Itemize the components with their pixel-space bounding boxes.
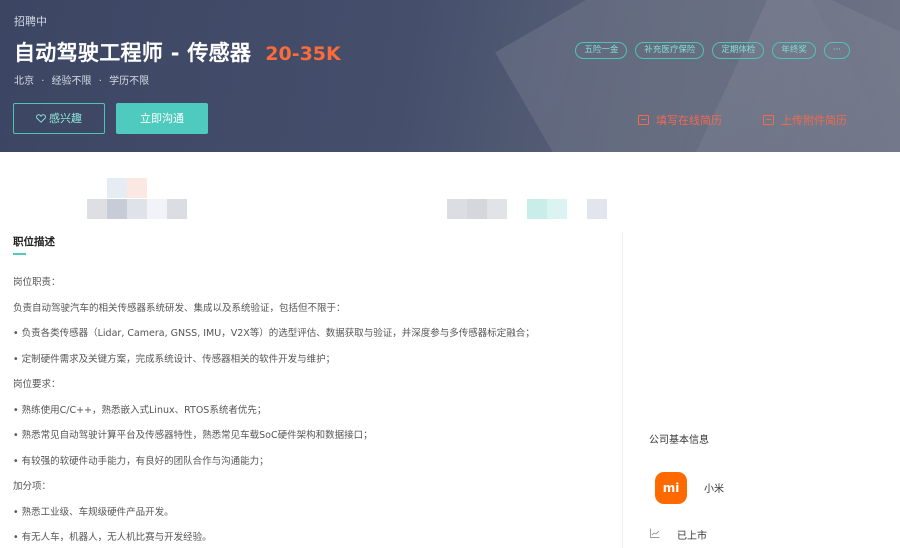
pixel-block [107,178,127,198]
benefit-tag: 五险一金 [575,42,628,59]
job-header: 招聘中 自动驾驶工程师 - 传感器 20-35K 北京 · 经验不限 · 学历不… [0,0,900,152]
interested-label: 感兴趣 [49,112,82,125]
description-line: • 定制硬件需求及关键方案，完成系统设计、传感器相关的软件开发与维护； [13,353,336,365]
separator: · [41,76,45,87]
description-line: 加分项： [13,481,52,492]
description-line: 负责自动驾驶汽车的相关传感器系统研发、集成以及系统验证，包括但不限于： [13,302,346,314]
benefit-tag: 定期体检 [712,42,765,59]
pixel-block [587,199,607,219]
separator: · [98,76,102,87]
job-description-title: 职位描述 [13,236,55,248]
description-line: • 熟练使用C/C++，熟悉嵌入式Linux、RTOS系统者优先； [13,404,267,416]
description-line: 岗位要求： [13,379,61,390]
pixel-block [107,199,127,219]
pixel-block [447,199,467,219]
heart-outline-icon [36,114,46,123]
pixel-block [87,199,107,219]
pixel-block [467,199,487,219]
description-line: 岗位职责： [13,277,61,288]
section-underline [13,253,26,255]
chat-now-button[interactable]: 立即沟通 [116,103,208,134]
job-title: 自动驾驶工程师 - 传感器 [14,41,252,65]
fill-online-resume-link[interactable]: 填写在线简历 [638,112,722,128]
pixel-block [527,199,547,219]
pixel-block [547,199,567,219]
upload-resume-link[interactable]: 上传附件简历 [763,112,847,128]
benefit-tag: 补充医疗保险 [635,42,705,59]
title-row: 自动驾驶工程师 - 传感器 20-35K [14,37,341,67]
company-info-title: 公司基本信息 [649,435,709,446]
description-line: • 熟悉常见自动驾驶计算平台及传感器特性，熟悉常见车载SoC硬件架构和数据接口； [13,430,373,441]
column-divider [622,232,623,548]
listing-status: 已上市 [677,531,707,542]
job-meta: 北京 · 经验不限 · 学历不限 [14,72,149,87]
description-line: • 有较强的软硬件动手能力，有良好的团队合作与沟通能力； [13,455,269,467]
benefit-tag: 年终奖 [772,42,816,59]
pixel-block [127,199,147,219]
pixel-block [167,199,187,219]
fill-resume-label: 填写在线简历 [656,114,722,127]
education: 学历不限 [109,76,150,87]
pixel-block [127,178,147,198]
benefit-tags: 五险一金 补充医疗保险 定期体检 年终奖 ··· [575,42,850,59]
upload-icon [763,115,774,125]
pixel-block [147,199,167,219]
pixel-block [487,199,507,219]
interested-button[interactable]: 感兴趣 [13,103,105,134]
experience: 经验不限 [51,76,92,87]
more-tags-button[interactable]: ··· [823,42,850,59]
description-line: • 负责各类传感器（Lidar, Camera, GNSS, IMU，V2X等）… [13,328,535,339]
job-description: 岗位职责： 负责自动驾驶汽车的相关传感器系统研发、集成以及系统验证，包括但不限于… [13,270,603,548]
salary: 20-35K [265,43,341,65]
description-line: • 熟悉工业级、车规级硬件产品开发。 [13,506,174,518]
chart-line-icon [650,528,660,538]
company-logo[interactable]: mi [655,472,687,504]
edit-resume-icon [638,115,649,125]
location: 北京 [14,76,34,87]
company-name[interactable]: 小米 [704,480,724,495]
job-status: 招聘中 [14,15,47,28]
description-line: • 有无人车，机器人，无人机比赛与开发经验。 [13,532,212,543]
upload-resume-label: 上传附件简历 [781,114,847,127]
